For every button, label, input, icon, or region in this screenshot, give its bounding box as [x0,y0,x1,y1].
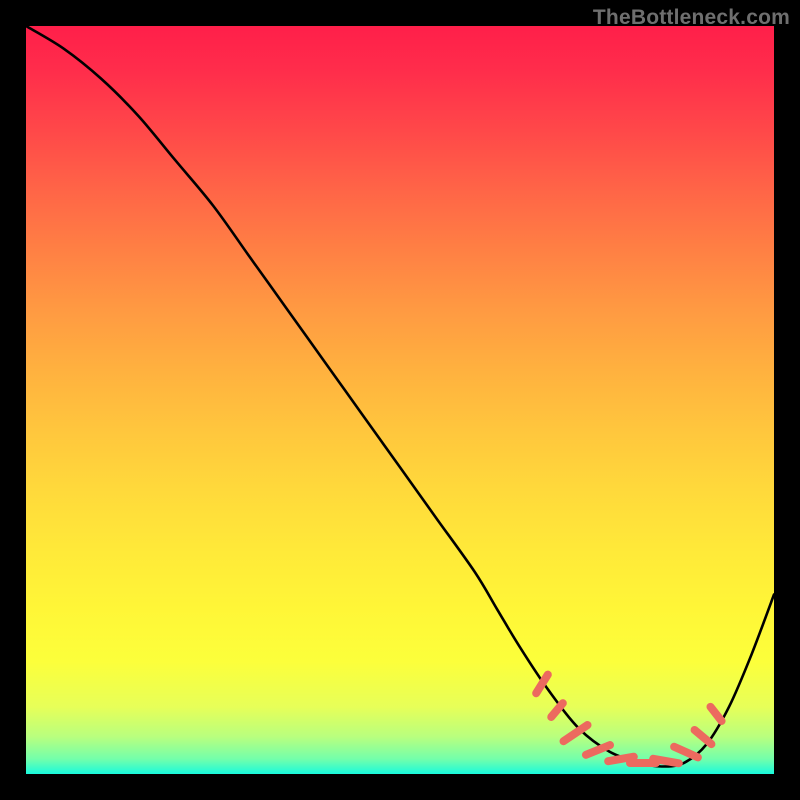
chart-frame: TheBottleneck.com [0,0,800,800]
watermark-text: TheBottleneck.com [593,6,790,30]
curve-path [26,26,774,767]
plot-area [26,26,774,774]
bottleneck-curve [26,26,774,774]
